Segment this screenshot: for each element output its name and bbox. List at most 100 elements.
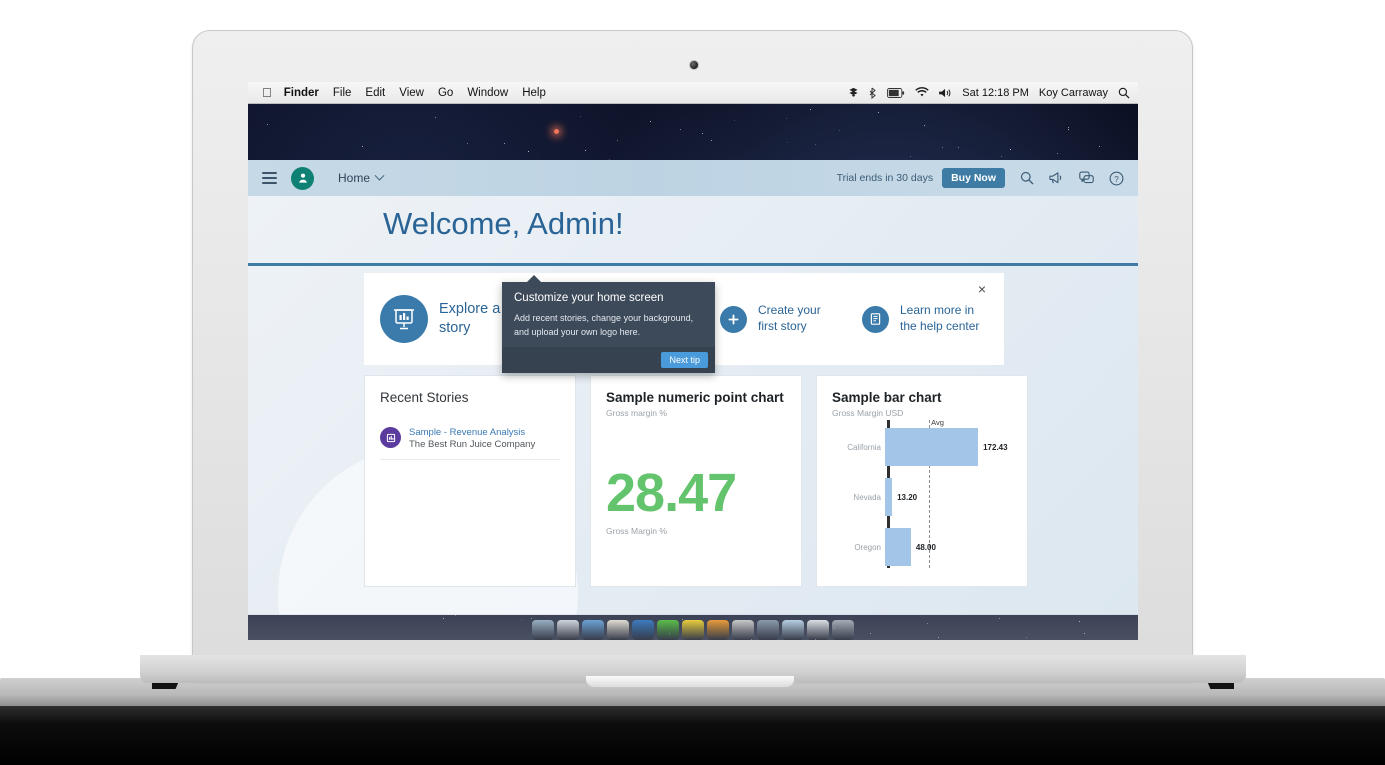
user-avatar-icon[interactable] [291,166,314,190]
tooltip-body: Customize your home screen Add recent st… [502,282,715,347]
hamburger-menu-icon[interactable] [262,172,277,184]
chart-bar-row[interactable]: California 172.43 [831,428,1017,466]
dock-dashboard-icon[interactable] [557,620,579,640]
bar-chart-plot: Avg California 172.43 Nevada 13.20 Oregon 48.0… [831,418,1017,572]
chart-bar-value-label: 172.43 [983,442,1008,452]
menubar-app-name[interactable]: Finder [284,87,319,99]
action-create-first-story[interactable]: Create your first story [720,303,838,334]
chart-bar-row[interactable]: Oregon 48.00 [831,528,1017,566]
menubar-item-file[interactable]: File [333,87,352,99]
card-bar-chart: Sample bar chart Gross Margin USD Avg Cal… [816,375,1028,587]
collaboration-chat-icon[interactable] [1079,171,1094,185]
dock-facetime-icon[interactable] [682,620,704,640]
menubar-item-go[interactable]: Go [438,87,453,99]
dock-notes-icon[interactable] [632,620,654,640]
card-subtitle: Gross margin % [606,408,667,418]
card-title: Recent Stories [380,390,469,405]
chart-bar-wrapper: 172.43 [885,428,1008,466]
story-document-icon [380,427,401,448]
laptop-base-shadow [0,706,1385,765]
tooltip-text: Add recent stories, change your backgrou… [514,313,694,337]
screenshot-stage:  Finder File Edit View Go Window Help [0,0,1385,765]
announcements-megaphone-icon[interactable] [1049,171,1064,185]
chart-average-label: Avg [931,418,944,427]
dock-trash-icon[interactable] [832,620,854,640]
menubar-username[interactable]: Koy Carraway [1039,87,1108,99]
menubar-item-help[interactable]: Help [522,87,546,99]
dropbox-icon[interactable] [848,87,859,98]
dock-photos-icon[interactable] [707,620,729,640]
volume-icon[interactable] [939,88,952,98]
chart-bar-wrapper: 13.20 [885,478,917,516]
chart-bar[interactable] [885,528,911,566]
page-title: Welcome, Admin! [383,206,624,241]
dock-messages-icon[interactable] [657,620,679,640]
header-divider-rule [248,263,1138,266]
chart-category-label: Oregon [854,542,881,552]
chart-bar[interactable] [885,478,893,516]
app-header-bar: Home Trial ends in 30 days Buy Now ? [248,160,1138,196]
tooltip-title: Customize your home screen [514,292,664,304]
menubar-clock[interactable]: Sat 12:18 PM [962,87,1029,99]
macos-dock[interactable] [248,614,1138,640]
chart-bar[interactable] [885,428,979,466]
card-title: Sample numeric point chart [606,390,784,405]
macos-menubar:  Finder File Edit View Go Window Help [248,82,1138,104]
dock-finder-icon[interactable] [532,620,554,640]
apple-logo-icon[interactable]:  [262,85,272,100]
menubar-item-window[interactable]: Window [467,87,508,99]
chart-category-label: California [847,442,881,452]
laptop-webcam-icon [689,60,699,70]
dock-itunes-icon[interactable] [732,620,754,640]
recent-story-item[interactable]: Sample - Revenue Analysis The Best Run J… [380,427,560,450]
action-label: Learn more in the help center [900,303,980,333]
card-title: Sample bar chart [832,390,942,405]
nav-home-menu[interactable]: Home [338,170,385,185]
action-label: Create your first story [758,303,821,333]
numeric-kpi-value: 28.47 [606,463,737,523]
laptop-lid-notch [585,676,795,688]
card-recent-stories: Recent Stories Sample - Revenue Analysis… [364,375,576,587]
menubar-item-edit[interactable]: Edit [365,87,385,99]
help-question-icon[interactable]: ? [1109,171,1124,186]
numeric-kpi-footer: Gross Margin % [606,526,667,536]
menubar-item-view[interactable]: View [399,87,424,99]
plus-icon [720,305,748,333]
dock-appstore-icon[interactable] [757,620,779,640]
dock-calendar-icon[interactable] [782,620,804,640]
next-tip-button[interactable]: Next tip [661,352,708,368]
close-icon[interactable]: × [978,282,986,296]
presentation-chart-icon [380,295,428,343]
story-title-link[interactable]: Sample - Revenue Analysis [409,427,535,438]
chart-bar-value-label: 48.00 [915,542,936,552]
chevron-down-icon [374,170,385,181]
laptop-screen:  Finder File Edit View Go Window Help [248,82,1138,640]
trial-status-text: Trial ends in 30 days [836,172,934,184]
cards-row: Recent Stories Sample - Revenue Analysis… [364,375,1028,587]
dock-preview-icon[interactable] [807,620,829,640]
chart-category-label: Nevada [853,492,881,502]
svg-text:?: ? [1114,173,1119,183]
tooltip-footer: Next tip [502,347,715,373]
buy-now-button[interactable]: Buy Now [942,168,1005,188]
wifi-icon[interactable] [915,87,929,98]
bluetooth-icon[interactable] [869,87,877,99]
tooltip-arrow [526,275,542,283]
nav-home-label: Home [338,171,371,185]
list-divider [380,459,560,460]
tooltip-customize-home: Customize your home screen Add recent st… [502,275,715,373]
card-numeric-point-chart: Sample numeric point chart Gross margin … [590,375,802,587]
spotlight-search-icon[interactable] [1118,87,1130,99]
sac-application: Home Trial ends in 30 days Buy Now ? Wel… [248,160,1138,615]
chart-bar-value-label: 13.20 [897,492,918,502]
help-book-icon [862,305,889,333]
story-subtitle: The Best Run Juice Company [409,439,536,450]
action-help-center[interactable]: Learn more in the help center [862,303,980,334]
card-subtitle: Gross Margin USD [832,408,904,418]
dock-safari-icon[interactable] [607,620,629,640]
dock-mail-icon[interactable] [582,620,604,640]
battery-icon[interactable] [887,87,905,98]
chart-bar-wrapper: 48.00 [885,528,936,566]
chart-bar-row[interactable]: Nevada 13.20 [831,478,1017,516]
search-icon[interactable] [1020,171,1034,185]
